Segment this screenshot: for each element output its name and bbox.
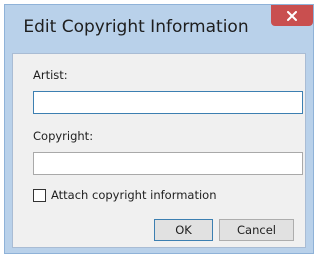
artist-label: Artist: <box>33 68 68 82</box>
attach-copyright-label[interactable]: Attach copyright information <box>51 188 217 202</box>
attach-copyright-checkbox[interactable] <box>33 189 46 202</box>
copyright-label: Copyright: <box>33 129 94 143</box>
dialog-title: Edit Copyright Information <box>23 17 249 37</box>
cancel-button[interactable]: Cancel <box>219 219 294 241</box>
copyright-input[interactable] <box>33 152 303 175</box>
close-icon <box>287 10 297 21</box>
title-bar[interactable]: Edit Copyright Information <box>5 5 313 53</box>
ok-button[interactable]: OK <box>154 219 213 241</box>
artist-input[interactable] <box>33 91 303 114</box>
close-button[interactable] <box>271 5 313 26</box>
